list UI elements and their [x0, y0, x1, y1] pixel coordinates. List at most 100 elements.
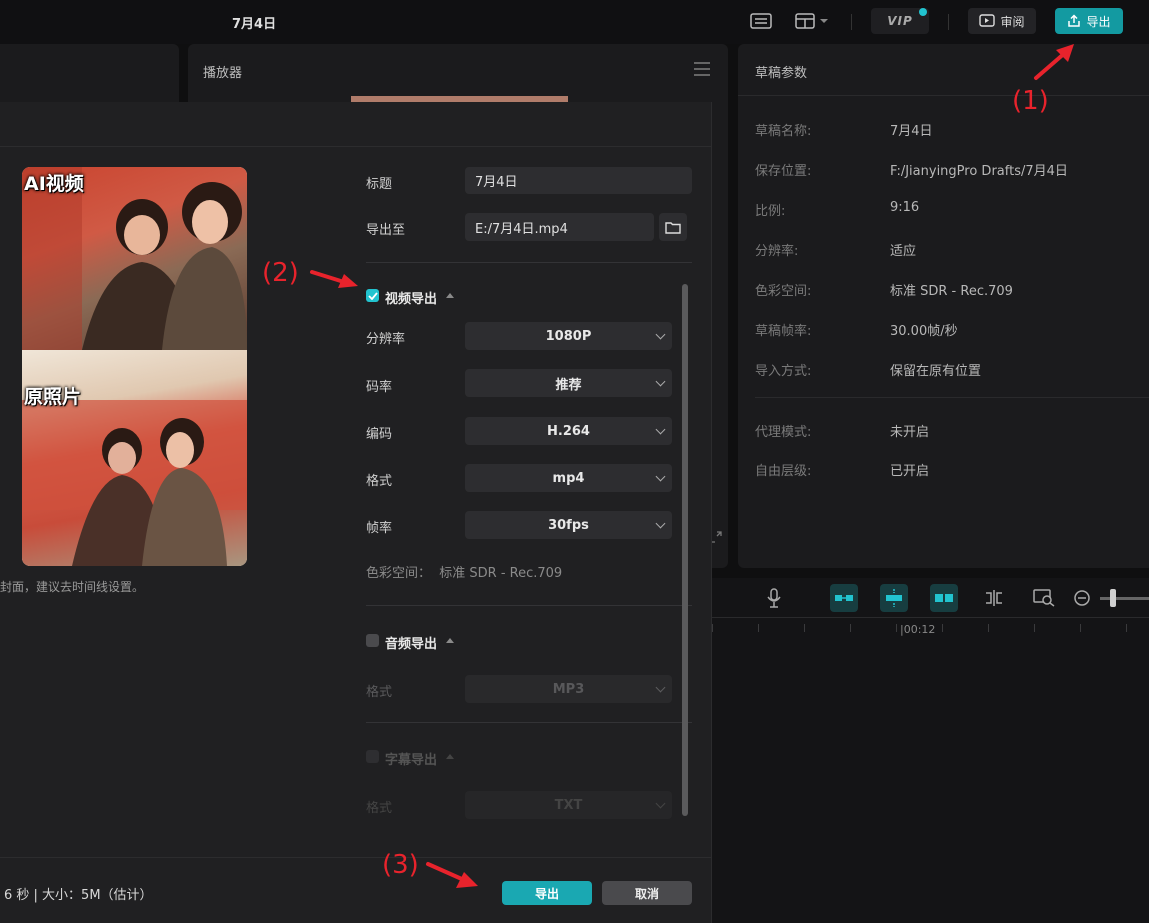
export-button[interactable]: 导出 — [502, 881, 592, 905]
zoom-slider[interactable] — [1100, 597, 1149, 600]
cancel-button[interactable]: 取消 — [602, 881, 692, 905]
draft-title: 7月4日 — [232, 17, 277, 32]
annotation-label: (2) — [262, 258, 299, 288]
divider — [755, 397, 1149, 398]
annotation-arrow-icon — [1034, 44, 1074, 80]
auto-snap-icon[interactable] — [930, 584, 958, 612]
divider — [0, 146, 712, 147]
original-photo-label: 原照片 — [24, 386, 82, 408]
cover-preview[interactable]: AI视频 原照片 — [22, 167, 247, 566]
menu-icon[interactable] — [694, 62, 710, 76]
param-value: F:/JianyingPro Drafts/7月4日 — [890, 164, 1068, 179]
param-value: 未开启 — [890, 425, 930, 440]
annotation-arrow-icon — [426, 862, 478, 888]
param-value: 9:16 — [890, 200, 920, 215]
ai-video-label: AI视频 — [24, 173, 84, 195]
framerate-select[interactable]: 30fps — [465, 511, 672, 539]
top-export-label: 导出 — [1086, 14, 1111, 29]
codec-select[interactable]: H.264 — [465, 417, 672, 445]
collapse-icon[interactable] — [446, 638, 454, 643]
param-label: 分辨率: — [755, 244, 799, 259]
collapse-icon[interactable] — [446, 293, 454, 298]
chevron-down-icon — [655, 518, 666, 529]
scrollbar[interactable] — [682, 284, 688, 816]
folder-button[interactable] — [659, 213, 687, 241]
param-value: 保留在原有位置 — [890, 364, 982, 379]
split-icon[interactable] — [980, 584, 1008, 612]
param-value: 适应 — [890, 244, 917, 259]
subtitle-format-label: 格式 — [366, 801, 393, 816]
framerate-label: 帧率 — [366, 521, 393, 536]
fullscreen-icon[interactable] — [710, 528, 724, 543]
chevron-down-icon — [655, 682, 666, 693]
draft-params-title: 草稿参数 — [755, 66, 808, 81]
resolution-value: 1080P — [545, 328, 592, 344]
video-export-title[interactable]: 视频导出 — [385, 288, 437, 307]
folder-icon — [665, 221, 681, 234]
param-value: 已开启 — [890, 464, 930, 479]
codec-label: 编码 — [366, 427, 393, 442]
title-label: 标题 — [366, 177, 393, 192]
format-select[interactable]: mp4 — [465, 464, 672, 492]
subtitle-format-value: TXT — [554, 797, 583, 813]
subtitle-format-select: TXT — [465, 791, 672, 819]
magnet-snap-icon[interactable] — [830, 584, 858, 612]
bitrate-value: 推荐 — [555, 377, 582, 393]
format-value: mp4 — [552, 470, 585, 486]
audio-export-checkbox[interactable] — [366, 634, 379, 647]
divider — [366, 722, 692, 723]
annotation-arrow-icon — [310, 270, 358, 288]
zoom-slider-handle[interactable] — [1110, 589, 1116, 607]
top-export-button[interactable]: 导出 — [1055, 8, 1123, 34]
cover-hint: 封面，建议去时间线设置。 — [0, 580, 145, 594]
divider — [366, 605, 692, 606]
preview-zoom-icon[interactable] — [1030, 584, 1058, 612]
annotation-label: (1) — [1012, 86, 1049, 116]
keyboard-icon[interactable] — [749, 10, 773, 32]
param-label: 草稿帧率: — [755, 324, 812, 339]
zoom-out-icon[interactable] — [1068, 584, 1096, 612]
linkage-icon[interactable] — [880, 584, 908, 612]
divider — [712, 617, 1149, 618]
color-space-info: 色彩空间： 标准 SDR - Rec.709 — [366, 566, 563, 581]
divider — [0, 857, 712, 858]
video-export-checkbox[interactable] — [366, 289, 379, 302]
audio-export-title[interactable]: 音频导出 — [385, 633, 437, 652]
toolbar-divider — [948, 14, 949, 30]
chevron-down-icon — [655, 424, 666, 435]
bitrate-select[interactable]: 推荐 — [465, 369, 672, 397]
chevron-down-icon — [655, 798, 666, 809]
subtitle-export-checkbox — [366, 750, 379, 763]
framerate-value: 30fps — [548, 517, 589, 533]
chevron-down-icon — [655, 376, 666, 387]
review-button[interactable]: 审阅 — [968, 8, 1036, 34]
microphone-icon[interactable] — [760, 584, 788, 612]
resolution-select[interactable]: 1080P — [465, 322, 672, 350]
param-value: 标准 SDR - Rec.709 — [890, 284, 1013, 299]
codec-value: H.264 — [547, 423, 590, 439]
collapse-icon — [446, 754, 454, 759]
audio-format-label: 格式 — [366, 685, 393, 700]
layout-icon[interactable] — [792, 10, 832, 32]
param-label: 导入方式: — [755, 364, 812, 379]
bitrate-label: 码率 — [366, 380, 393, 395]
toolbar-divider — [851, 14, 852, 30]
param-label: 比例: — [755, 204, 786, 219]
chevron-down-icon — [655, 471, 666, 482]
param-value: 30.00帧/秒 — [890, 324, 958, 339]
param-label: 草稿名称: — [755, 124, 812, 139]
export-to-label: 导出至 — [366, 223, 406, 238]
format-label: 格式 — [366, 474, 393, 489]
export-path-input[interactable]: E:/7月4日.mp4 — [465, 213, 654, 241]
audio-format-select: MP3 — [465, 675, 672, 703]
review-icon — [979, 14, 996, 27]
param-value: 7月4日 — [890, 124, 933, 139]
vip-notification-dot — [919, 8, 927, 16]
divider — [366, 262, 692, 263]
title-input[interactable]: 7月4日 — [465, 167, 692, 194]
param-label: 保存位置: — [755, 164, 812, 179]
annotation-label: (3) — [382, 850, 419, 880]
review-label: 审阅 — [1000, 14, 1025, 29]
param-label: 自由层级: — [755, 464, 812, 479]
player-title: 播放器 — [203, 66, 243, 81]
